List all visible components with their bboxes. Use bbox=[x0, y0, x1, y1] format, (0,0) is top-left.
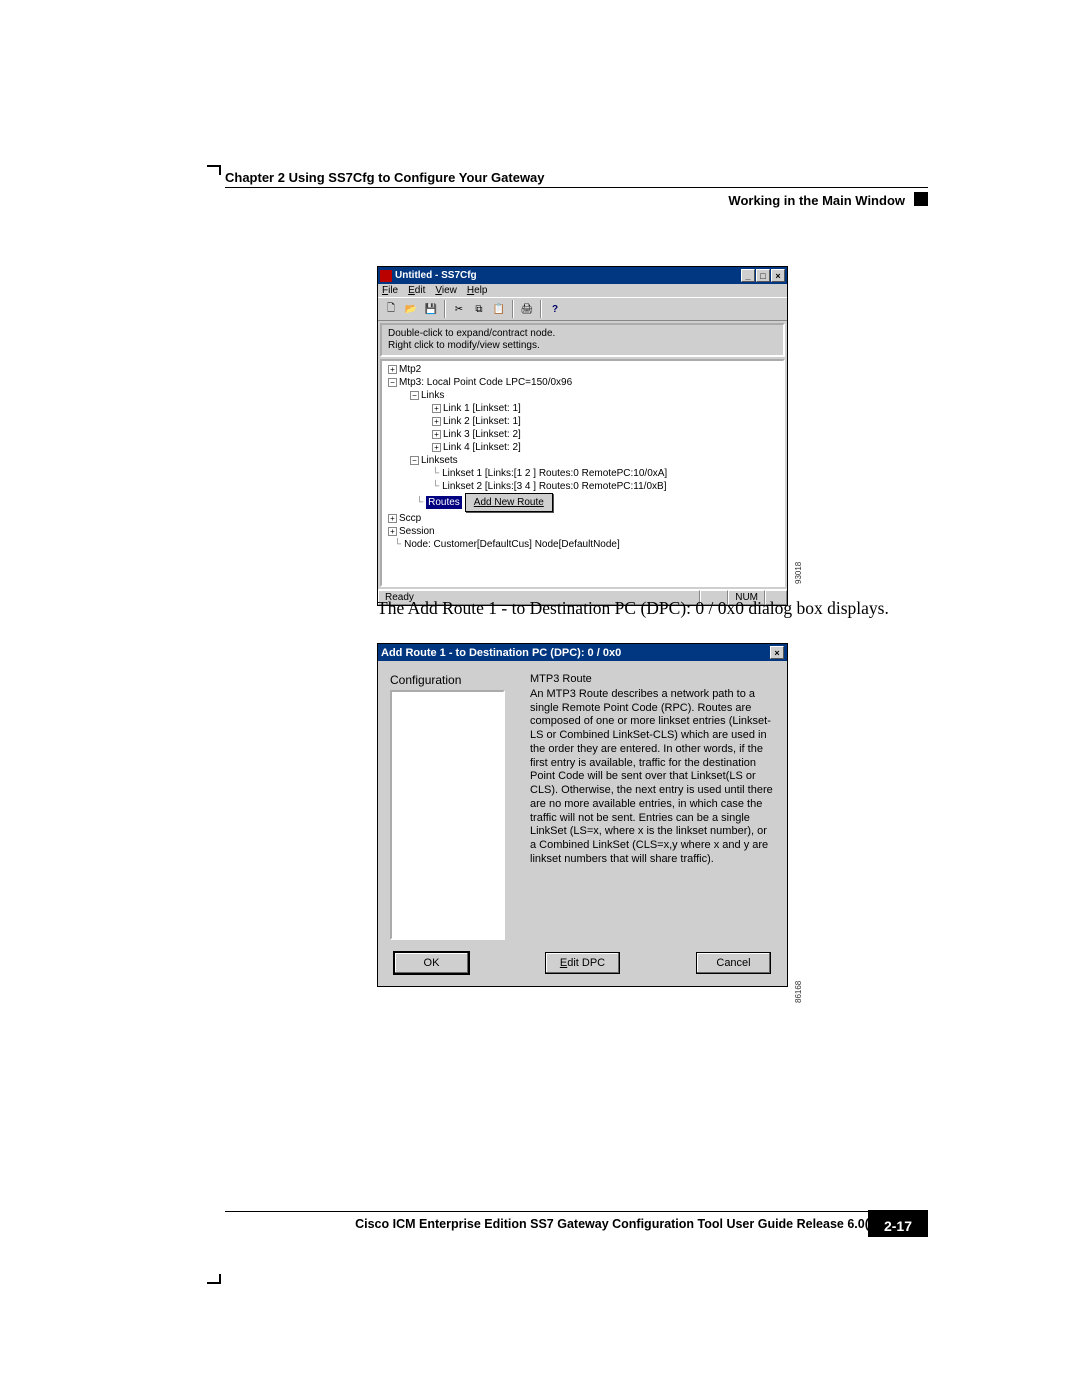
toolbar-separator bbox=[444, 300, 446, 318]
maximize-button[interactable]: □ bbox=[756, 269, 770, 282]
menu-file[interactable]: File bbox=[382, 285, 398, 296]
tree-node-link3[interactable]: +Link 3 [Linkset: 2] bbox=[382, 428, 783, 441]
configuration-listbox[interactable] bbox=[390, 690, 505, 940]
instruction-text: Double-click to expand/contract node. Ri… bbox=[380, 323, 785, 357]
tree-node-linkset1[interactable]: └Linkset 1 [Links:[1 2 ] Routes:0 Remote… bbox=[382, 467, 783, 480]
help-icon[interactable]: ? bbox=[546, 300, 564, 318]
figure-id: 93018 bbox=[794, 562, 803, 584]
window-title: Untitled - SS7Cfg bbox=[395, 270, 477, 281]
footer-title: Cisco ICM Enterprise Edition SS7 Gateway… bbox=[355, 1217, 880, 1231]
caption-text: The Add Route 1 - to Destination PC (DPC… bbox=[377, 598, 889, 619]
toolbar: 🗋 📂 💾 ✂ ⧉ 📋 🖨 ? bbox=[378, 297, 787, 321]
chapter-label: Chapter 2 Using SS7Cfg to Configure Your… bbox=[225, 170, 545, 185]
instruction-line1: Double-click to expand/contract node. bbox=[388, 328, 777, 340]
section-marker bbox=[914, 192, 928, 206]
configuration-label: Configuration bbox=[390, 673, 510, 687]
close-button[interactable]: × bbox=[770, 646, 784, 659]
description-text: An MTP3 Route describes a network path t… bbox=[530, 688, 775, 867]
context-menu-add-route[interactable]: Add New Route bbox=[465, 493, 553, 512]
footer-rule bbox=[225, 1211, 928, 1212]
menu-bar: File Edit View Help bbox=[378, 284, 787, 297]
figure-id: 86168 bbox=[794, 981, 803, 1003]
dialog-buttons: OK Edit DPC Cancel bbox=[378, 948, 787, 986]
tree-node-links[interactable]: −Links bbox=[382, 389, 783, 402]
paste-icon[interactable]: 📋 bbox=[490, 300, 508, 318]
tree-node-routes[interactable]: └RoutesAdd New Route bbox=[382, 493, 783, 512]
page-number: 2-17 bbox=[868, 1215, 928, 1237]
new-icon[interactable]: 🗋 bbox=[382, 300, 400, 318]
open-icon[interactable]: 📂 bbox=[402, 300, 420, 318]
close-button[interactable]: × bbox=[771, 269, 785, 282]
instruction-line2: Right click to modify/view settings. bbox=[388, 340, 777, 352]
description-title: MTP3 Route bbox=[530, 673, 775, 687]
app-icon bbox=[380, 270, 392, 282]
tree-node-mtp2[interactable]: +Mtp2 bbox=[382, 363, 783, 376]
save-icon[interactable]: 💾 bbox=[422, 300, 440, 318]
cut-icon[interactable]: ✂ bbox=[450, 300, 468, 318]
edit-dpc-button[interactable]: Edit DPC bbox=[545, 952, 620, 974]
document-page: Chapter 2 Using SS7Cfg to Configure Your… bbox=[90, 0, 1020, 1337]
titlebar[interactable]: Untitled - SS7Cfg _ □ × bbox=[378, 267, 787, 284]
copy-icon[interactable]: ⧉ bbox=[470, 300, 488, 318]
tree-node-mtp3[interactable]: −Mtp3: Local Point Code LPC=150/0x96 bbox=[382, 376, 783, 389]
crop-mark-bottom bbox=[207, 1274, 225, 1292]
print-icon[interactable]: 🖨 bbox=[518, 300, 536, 318]
tree-node-customer-node[interactable]: └Node: Customer[DefaultCus] Node[Default… bbox=[382, 538, 783, 551]
ss7cfg-window: Untitled - SS7Cfg _ □ × File Edit View H… bbox=[377, 266, 788, 606]
tree-node-linkset2[interactable]: └Linkset 2 [Links:[3 4 ] Routes:0 Remote… bbox=[382, 480, 783, 493]
toolbar-separator bbox=[540, 300, 542, 318]
ok-button[interactable]: OK bbox=[394, 952, 469, 974]
tree-node-link4[interactable]: +Link 4 [Linkset: 2] bbox=[382, 441, 783, 454]
dialog-title: Add Route 1 - to Destination PC (DPC): 0… bbox=[381, 647, 621, 659]
dialog-body: Configuration MTP3 Route An MTP3 Route d… bbox=[378, 661, 787, 948]
tree-view[interactable]: +Mtp2 −Mtp3: Local Point Code LPC=150/0x… bbox=[380, 359, 785, 587]
tree-node-link1[interactable]: +Link 1 [Linkset: 1] bbox=[382, 402, 783, 415]
toolbar-separator bbox=[512, 300, 514, 318]
minimize-button[interactable]: _ bbox=[741, 269, 755, 282]
tree-node-linksets[interactable]: −Linksets bbox=[382, 454, 783, 467]
cancel-button[interactable]: Cancel bbox=[696, 952, 771, 974]
tree-node-sccp[interactable]: +Sccp bbox=[382, 512, 783, 525]
add-route-dialog: Add Route 1 - to Destination PC (DPC): 0… bbox=[377, 643, 788, 987]
tree-node-link2[interactable]: +Link 2 [Linkset: 1] bbox=[382, 415, 783, 428]
header-rule bbox=[225, 187, 928, 188]
section-label: Working in the Main Window bbox=[728, 193, 905, 208]
crop-mark-top bbox=[207, 157, 225, 175]
menu-view[interactable]: View bbox=[435, 285, 457, 296]
menu-edit[interactable]: Edit bbox=[408, 285, 425, 296]
menu-help[interactable]: Help bbox=[467, 285, 488, 296]
dialog-titlebar[interactable]: Add Route 1 - to Destination PC (DPC): 0… bbox=[378, 644, 787, 661]
tree-node-session[interactable]: +Session bbox=[382, 525, 783, 538]
